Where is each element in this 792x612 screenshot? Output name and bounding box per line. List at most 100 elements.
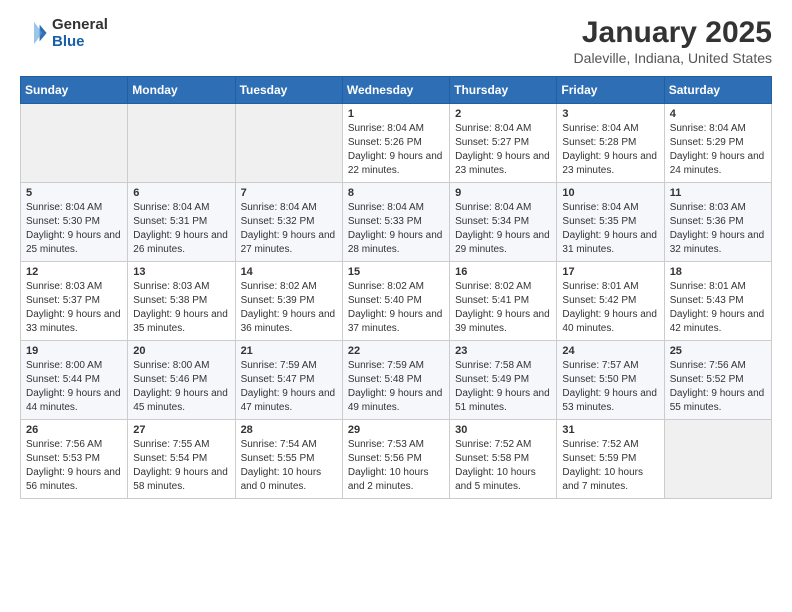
day-info: Sunrise: 8:00 AM Sunset: 5:46 PM Dayligh… <box>133 359 229 415</box>
calendar-cell: 5 Sunrise: 8:04 AM Sunset: 5:30 PM Daylig… <box>21 183 128 262</box>
day-info: Sunrise: 8:04 AM Sunset: 5:29 PM Dayligh… <box>670 122 766 178</box>
day-number: 16 <box>455 266 551 278</box>
day-number: 25 <box>670 345 766 357</box>
day-number: 28 <box>241 424 337 436</box>
day-number: 13 <box>133 266 229 278</box>
day-info: Sunrise: 7:54 AM Sunset: 5:55 PM Dayligh… <box>241 438 337 494</box>
day-info: Sunrise: 8:01 AM Sunset: 5:42 PM Dayligh… <box>562 280 658 336</box>
calendar-cell: 21 Sunrise: 7:59 AM Sunset: 5:47 PM Dayli… <box>235 341 342 420</box>
day-info: Sunrise: 8:02 AM Sunset: 5:39 PM Dayligh… <box>241 280 337 336</box>
calendar-cell: 8 Sunrise: 8:04 AM Sunset: 5:33 PM Daylig… <box>342 183 449 262</box>
calendar-cell: 3 Sunrise: 8:04 AM Sunset: 5:28 PM Daylig… <box>557 104 664 183</box>
calendar-title: January 2025 <box>574 16 772 50</box>
week-row-2: 5 Sunrise: 8:04 AM Sunset: 5:30 PM Daylig… <box>21 183 772 262</box>
calendar-header-row: SundayMondayTuesdayWednesdayThursdayFrid… <box>21 77 772 104</box>
day-info: Sunrise: 7:57 AM Sunset: 5:50 PM Dayligh… <box>562 359 658 415</box>
day-info: Sunrise: 8:00 AM Sunset: 5:44 PM Dayligh… <box>26 359 122 415</box>
calendar-cell: 7Sunrise: 8:04 AM Sunset: 5:32 PM Daylig… <box>235 183 342 262</box>
day-info: Sunrise: 8:04 AM Sunset: 5:30 PM Dayligh… <box>26 201 122 257</box>
day-info: Sunrise: 8:04 AM Sunset: 5:26 PM Dayligh… <box>348 122 444 178</box>
day-info: Sunrise: 8:01 AM Sunset: 5:43 PM Dayligh… <box>670 280 766 336</box>
day-info: Sunrise: 7:59 AM Sunset: 5:48 PM Dayligh… <box>348 359 444 415</box>
calendar-cell: 26Sunrise: 7:56 AM Sunset: 5:53 PM Dayli… <box>21 420 128 499</box>
calendar-cell: 15 Sunrise: 8:02 AM Sunset: 5:40 PM Dayli… <box>342 262 449 341</box>
day-number: 12 <box>26 266 122 278</box>
logo-blue: Blue <box>52 33 85 50</box>
day-info: Sunrise: 8:02 AM Sunset: 5:40 PM Dayligh… <box>348 280 444 336</box>
calendar-cell: 25 Sunrise: 7:56 AM Sunset: 5:52 PM Dayli… <box>664 341 771 420</box>
day-number: 24 <box>562 345 658 357</box>
day-number: 10 <box>562 187 658 199</box>
page: General Blue January 2025 Daleville, Ind… <box>0 0 792 515</box>
calendar-cell: 23Sunrise: 7:58 AM Sunset: 5:49 PM Dayli… <box>450 341 557 420</box>
day-info: Sunrise: 8:04 AM Sunset: 5:34 PM Dayligh… <box>455 201 551 257</box>
calendar-cell: 18 Sunrise: 8:01 AM Sunset: 5:43 PM Dayli… <box>664 262 771 341</box>
logo-general: General <box>52 16 108 33</box>
calendar-cell: 11 Sunrise: 8:03 AM Sunset: 5:36 PM Dayli… <box>664 183 771 262</box>
day-number: 23 <box>455 345 551 357</box>
calendar-cell: 1 Sunrise: 8:04 AM Sunset: 5:26 PM Daylig… <box>342 104 449 183</box>
calendar-cell: 31 Sunrise: 7:52 AM Sunset: 5:59 PM Dayli… <box>557 420 664 499</box>
calendar-cell: 2Sunrise: 8:04 AM Sunset: 5:27 PM Daylig… <box>450 104 557 183</box>
day-info: Sunrise: 8:03 AM Sunset: 5:37 PM Dayligh… <box>26 280 122 336</box>
day-number: 21 <box>241 345 337 357</box>
col-header-wednesday: Wednesday <box>342 77 449 104</box>
calendar-cell: 27Sunrise: 7:55 AM Sunset: 5:54 PM Dayli… <box>128 420 235 499</box>
day-number: 3 <box>562 108 658 120</box>
header: General Blue January 2025 Daleville, Ind… <box>20 16 772 66</box>
day-number: 5 <box>26 187 122 199</box>
day-info: Sunrise: 7:52 AM Sunset: 5:59 PM Dayligh… <box>562 438 658 494</box>
title-block: January 2025 Daleville, Indiana, United … <box>574 16 772 66</box>
calendar-cell: 10 Sunrise: 8:04 AM Sunset: 5:35 PM Dayli… <box>557 183 664 262</box>
calendar-subtitle: Daleville, Indiana, United States <box>574 50 772 66</box>
day-number: 30 <box>455 424 551 436</box>
day-number: 18 <box>670 266 766 278</box>
calendar-cell: 9 Sunrise: 8:04 AM Sunset: 5:34 PM Daylig… <box>450 183 557 262</box>
week-row-5: 26Sunrise: 7:56 AM Sunset: 5:53 PM Dayli… <box>21 420 772 499</box>
day-info: Sunrise: 8:04 AM Sunset: 5:33 PM Dayligh… <box>348 201 444 257</box>
day-number: 15 <box>348 266 444 278</box>
calendar-cell: 17Sunrise: 8:01 AM Sunset: 5:42 PM Dayli… <box>557 262 664 341</box>
day-number: 9 <box>455 187 551 199</box>
col-header-thursday: Thursday <box>450 77 557 104</box>
calendar-cell: 19 Sunrise: 8:00 AM Sunset: 5:44 PM Dayli… <box>21 341 128 420</box>
calendar-cell: 6 Sunrise: 8:04 AM Sunset: 5:31 PM Daylig… <box>128 183 235 262</box>
day-info: Sunrise: 7:55 AM Sunset: 5:54 PM Dayligh… <box>133 438 229 494</box>
calendar-cell: 4 Sunrise: 8:04 AM Sunset: 5:29 PM Daylig… <box>664 104 771 183</box>
day-number: 1 <box>348 108 444 120</box>
calendar-cell: 13 Sunrise: 8:03 AM Sunset: 5:38 PM Dayli… <box>128 262 235 341</box>
day-info: Sunrise: 7:59 AM Sunset: 5:47 PM Dayligh… <box>241 359 337 415</box>
calendar-cell: 12 Sunrise: 8:03 AM Sunset: 5:37 PM Dayli… <box>21 262 128 341</box>
day-number: 4 <box>670 108 766 120</box>
logo: General Blue <box>20 16 108 51</box>
calendar-cell <box>235 104 342 183</box>
day-number: 8 <box>348 187 444 199</box>
calendar-cell <box>128 104 235 183</box>
day-info: Sunrise: 7:53 AM Sunset: 5:56 PM Dayligh… <box>348 438 444 494</box>
col-header-friday: Friday <box>557 77 664 104</box>
day-info: Sunrise: 8:03 AM Sunset: 5:36 PM Dayligh… <box>670 201 766 257</box>
calendar-cell: 16Sunrise: 8:02 AM Sunset: 5:41 PM Dayli… <box>450 262 557 341</box>
day-number: 31 <box>562 424 658 436</box>
day-number: 11 <box>670 187 766 199</box>
logo-text: General Blue <box>52 16 108 51</box>
logo-icon <box>20 19 48 47</box>
day-number: 14 <box>241 266 337 278</box>
calendar-cell: 14 Sunrise: 8:02 AM Sunset: 5:39 PM Dayli… <box>235 262 342 341</box>
day-info: Sunrise: 8:04 AM Sunset: 5:32 PM Dayligh… <box>241 201 337 257</box>
calendar-cell: 24 Sunrise: 7:57 AM Sunset: 5:50 PM Dayli… <box>557 341 664 420</box>
day-info: Sunrise: 8:04 AM Sunset: 5:28 PM Dayligh… <box>562 122 658 178</box>
day-info: Sunrise: 8:03 AM Sunset: 5:38 PM Dayligh… <box>133 280 229 336</box>
calendar-cell <box>664 420 771 499</box>
week-row-4: 19 Sunrise: 8:00 AM Sunset: 5:44 PM Dayli… <box>21 341 772 420</box>
day-number: 29 <box>348 424 444 436</box>
week-row-3: 12 Sunrise: 8:03 AM Sunset: 5:37 PM Dayli… <box>21 262 772 341</box>
calendar-cell: 28 Sunrise: 7:54 AM Sunset: 5:55 PM Dayli… <box>235 420 342 499</box>
day-number: 19 <box>26 345 122 357</box>
day-info: Sunrise: 7:56 AM Sunset: 5:52 PM Dayligh… <box>670 359 766 415</box>
col-header-monday: Monday <box>128 77 235 104</box>
day-info: Sunrise: 8:04 AM Sunset: 5:35 PM Dayligh… <box>562 201 658 257</box>
col-header-sunday: Sunday <box>21 77 128 104</box>
day-number: 6 <box>133 187 229 199</box>
day-info: Sunrise: 8:04 AM Sunset: 5:31 PM Dayligh… <box>133 201 229 257</box>
